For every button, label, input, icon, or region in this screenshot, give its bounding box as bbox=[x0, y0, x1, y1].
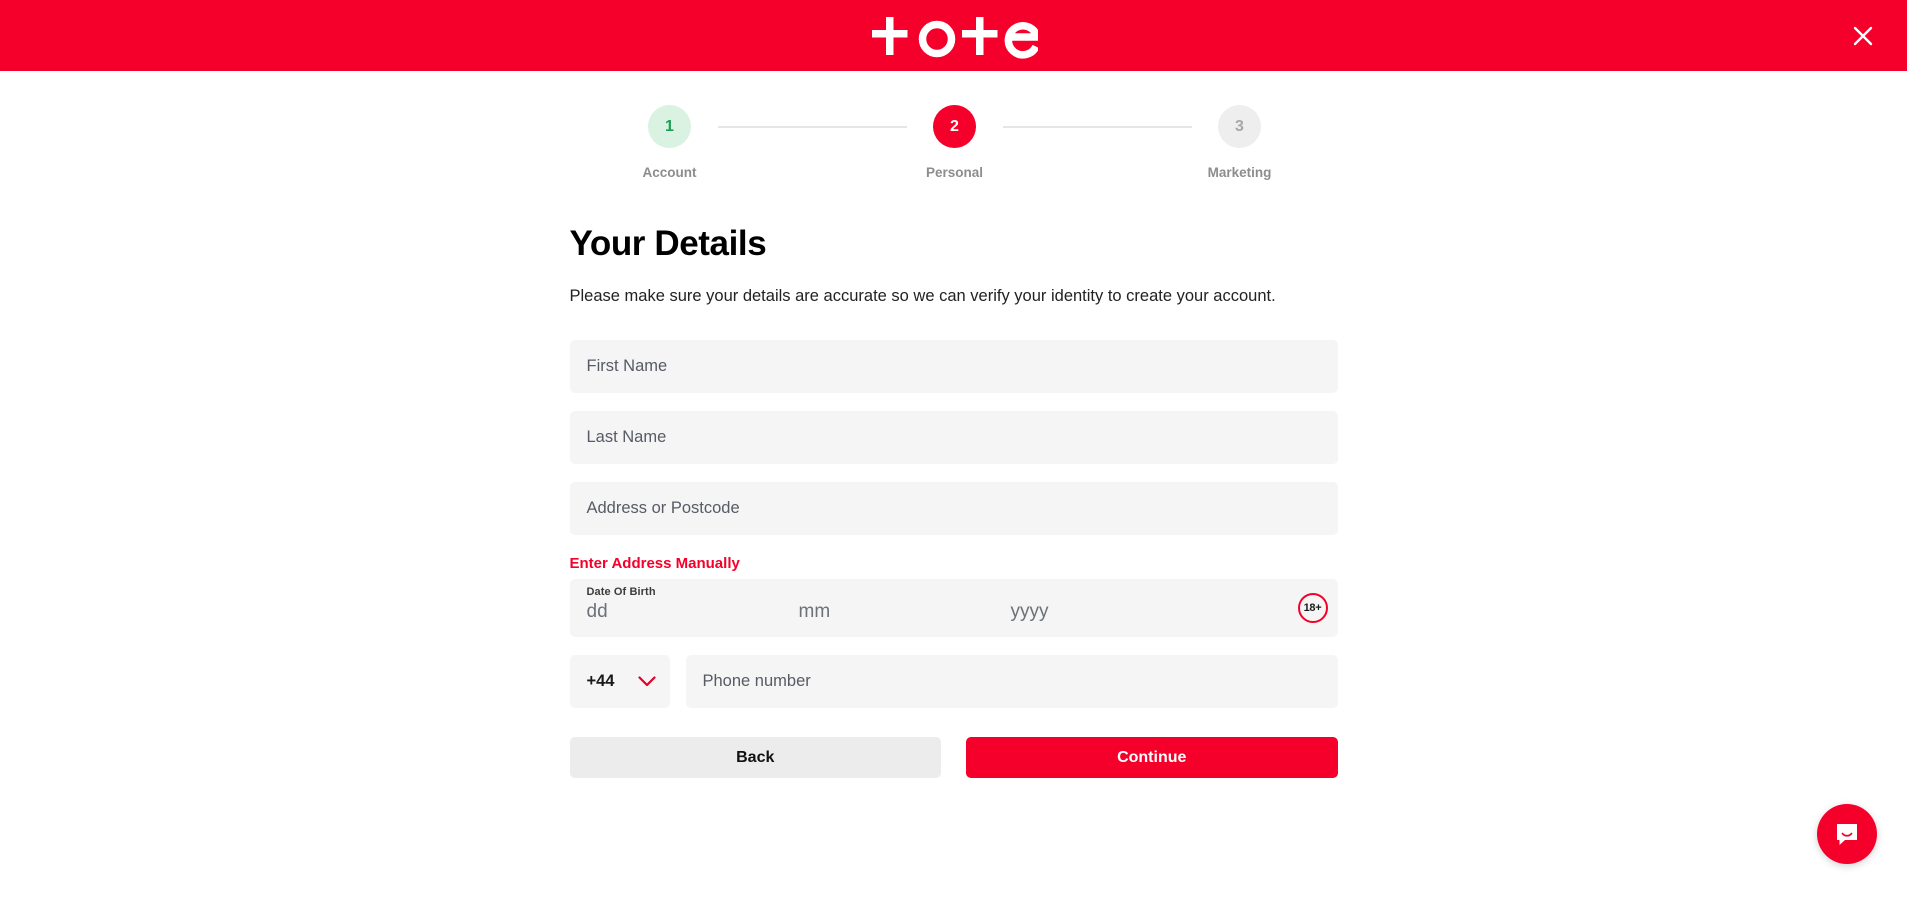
first-name-placeholder: First Name bbox=[586, 357, 668, 376]
step-account-label: Account bbox=[642, 165, 697, 180]
country-code-select[interactable]: +44 bbox=[569, 655, 670, 709]
dob-month-input[interactable]: mm bbox=[799, 601, 1011, 623]
address-placeholder: Address or Postcode bbox=[586, 499, 740, 518]
progress-stepper: 1 Account 2 Personal 3 Marketing bbox=[620, 105, 1288, 180]
form-actions: Back Continue bbox=[569, 737, 1338, 779]
last-name-placeholder: Last Name bbox=[586, 428, 667, 447]
content-column: 1 Account 2 Personal 3 Marketing Your De… bbox=[569, 71, 1338, 901]
step-marketing-label: Marketing bbox=[1207, 165, 1272, 180]
phone-number-placeholder: Phone number bbox=[702, 672, 811, 691]
address-input[interactable]: Address or Postcode bbox=[569, 482, 1338, 536]
step-account[interactable]: 1 Account bbox=[622, 105, 718, 180]
date-of-birth-group: Date Of Birth dd mm yyyy 18+ bbox=[569, 579, 1338, 638]
dob-day-input[interactable]: dd bbox=[587, 601, 799, 623]
stepper-connector-1 bbox=[717, 126, 907, 128]
date-of-birth-label: Date Of Birth bbox=[586, 586, 656, 599]
first-name-input[interactable]: First Name bbox=[569, 340, 1338, 394]
page-title: Your Details bbox=[569, 224, 767, 263]
chevron-down-icon bbox=[637, 676, 656, 687]
phone-number-input[interactable]: Phone number bbox=[685, 655, 1338, 709]
close-button[interactable] bbox=[1845, 18, 1881, 54]
step-personal-label: Personal bbox=[925, 165, 984, 180]
country-code-value: +44 bbox=[586, 672, 615, 691]
phone-row: +44 Phone number bbox=[569, 655, 1338, 709]
stepper-connector-2 bbox=[1002, 126, 1192, 128]
chat-launcher-button[interactable] bbox=[1817, 804, 1877, 864]
close-icon bbox=[1853, 26, 1873, 45]
back-button[interactable]: Back bbox=[569, 737, 941, 779]
date-of-birth-inputs: dd mm yyyy bbox=[587, 601, 1321, 623]
step-personal-circle: 2 bbox=[933, 105, 976, 148]
step-personal[interactable]: 2 Personal bbox=[907, 105, 1003, 180]
step-marketing[interactable]: 3 Marketing bbox=[1192, 105, 1288, 180]
dob-year-input[interactable]: yyyy bbox=[1011, 601, 1191, 623]
details-form: Your Details Please make sure your detai… bbox=[569, 180, 1338, 779]
tote-logo bbox=[870, 10, 1038, 62]
chat-bubble-icon bbox=[1837, 824, 1857, 845]
app-header bbox=[0, 0, 1907, 71]
page-body: 1 Account 2 Personal 3 Marketing Your De… bbox=[0, 71, 1907, 901]
continue-button[interactable]: Continue bbox=[966, 737, 1338, 779]
age-restriction-badge: 18+ bbox=[1297, 593, 1328, 624]
last-name-input[interactable]: Last Name bbox=[569, 411, 1338, 465]
enter-address-manually-link[interactable]: Enter Address Manually bbox=[570, 555, 740, 572]
step-account-circle: 1 bbox=[648, 105, 691, 148]
page-subtitle: Please make sure your details are accura… bbox=[569, 287, 1276, 306]
step-marketing-circle: 3 bbox=[1218, 105, 1261, 148]
